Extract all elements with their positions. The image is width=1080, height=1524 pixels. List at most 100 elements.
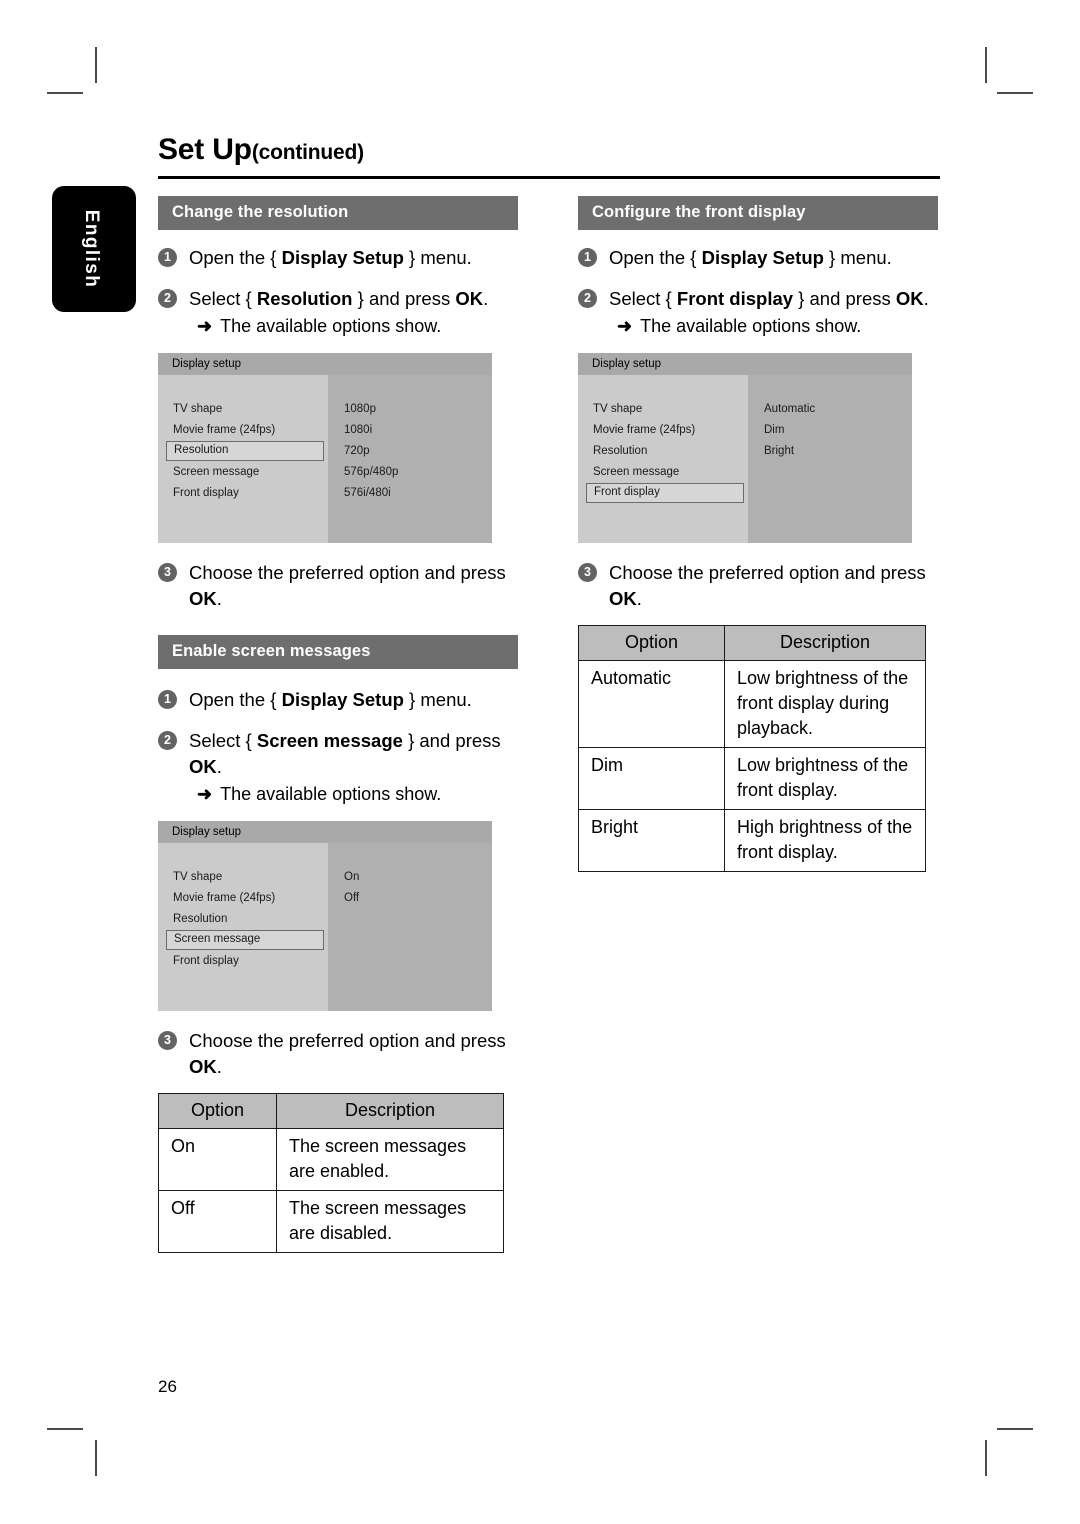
step-substep-text: The available options show. (220, 316, 442, 336)
step-text-bold: Screen message (256, 730, 403, 751)
crop-mark-bottom-right-vertical (985, 1440, 987, 1476)
table-header-row: Option Description (578, 625, 926, 661)
step-item: 2 Select { Resolution } and press OK. ➜ T… (158, 286, 518, 339)
table-row: On The screen messages are enabled. (158, 1128, 504, 1191)
osd-menu-item[interactable]: Resolution (586, 441, 744, 461)
table-cell-description: The screen messages are enabled. (276, 1128, 504, 1191)
osd-menu-item-selected[interactable]: Resolution (166, 441, 324, 461)
osd-option-value[interactable]: 576p/480p (344, 462, 398, 482)
table-cell-option: Off (158, 1190, 277, 1253)
step-number: 3 (158, 563, 177, 582)
step-number: 3 (578, 563, 597, 582)
table-header-description: Description (276, 1093, 504, 1129)
step-text-bold: OK (189, 1056, 217, 1077)
manual-page: English Set Up(continued) Change the res… (0, 0, 1080, 1524)
osd-option-value[interactable]: 1080p (344, 399, 376, 419)
step-text-bold: Front display (676, 288, 794, 309)
crop-mark-top-right-horizontal (997, 92, 1033, 94)
osd-menu-item[interactable]: TV shape (166, 399, 324, 419)
table-header-row: Option Description (158, 1093, 504, 1129)
step-text-pre: Select { (189, 288, 257, 309)
step-number: 2 (158, 731, 177, 750)
language-tab-label: English (80, 209, 102, 289)
page-title-suffix: (continued) (251, 141, 364, 164)
step-text-pre: Select { (189, 730, 257, 751)
arrow-icon: ➜ (197, 784, 213, 804)
osd-option-value[interactable]: On (344, 867, 359, 887)
section-heading-change-resolution: Change the resolution (158, 196, 518, 230)
step-item: 3 Choose the preferred option and press … (158, 560, 518, 612)
step-text-pre: Choose the preferred option and press (189, 562, 506, 583)
step-text-post: } menu. (403, 689, 472, 710)
step-text-bold: Display Setup (281, 247, 404, 268)
step-text: Select { Screen message } and press OK. (189, 730, 501, 777)
step-item: 1 Open the { Display Setup } menu. (158, 687, 518, 713)
osd-menu-item[interactable]: Screen message (166, 462, 324, 482)
step-text: Choose the preferred option and press OK… (189, 562, 506, 609)
step-text-bold: OK (609, 588, 637, 609)
osd-menu-item[interactable]: TV shape (166, 867, 324, 887)
table-cell-description: The screen messages are disabled. (276, 1190, 504, 1253)
right-column: Configure the front display 1 Open the {… (578, 196, 938, 872)
step-substep: ➜ The available options show. (189, 314, 518, 339)
step-substep-text: The available options show. (220, 784, 442, 804)
crop-mark-bottom-left-vertical (95, 1440, 97, 1476)
step-text-post: . (636, 588, 642, 609)
page-title-main: Set Up (158, 133, 252, 166)
osd-menu-item[interactable]: Front display (166, 951, 324, 971)
step-text-pre: Open the { (609, 247, 702, 268)
osd-header: Display setup (158, 353, 492, 375)
osd-menu-item[interactable]: Movie frame (24fps) (586, 420, 744, 440)
step-text: Select { Resolution } and press OK. (189, 288, 488, 309)
crop-mark-bottom-left-horizontal (47, 1428, 83, 1430)
step-text-post: . (923, 288, 929, 309)
table-header-description: Description (724, 625, 926, 661)
osd-menu-item[interactable]: TV shape (586, 399, 744, 419)
osd-menu-item-selected[interactable]: Screen message (166, 930, 324, 950)
table-cell-description: Low brightness of the front display duri… (724, 660, 926, 748)
crop-mark-top-left-vertical (95, 47, 97, 83)
osd-rows: TV shape Movie frame (24fps) Resolution … (158, 843, 492, 1011)
step-item: 3 Choose the preferred option and press … (158, 1028, 518, 1080)
osd-option-value[interactable]: Automatic (764, 399, 815, 419)
options-table-screen-message: Option Description On The screen message… (158, 1093, 504, 1253)
step-substep: ➜ The available options show. (189, 782, 518, 807)
step-text: Select { Front display } and press OK. (609, 288, 929, 309)
step-number: 3 (158, 1031, 177, 1050)
osd-option-value[interactable]: 576i/480i (344, 483, 391, 503)
osd-menu-item[interactable]: Front display (166, 483, 324, 503)
osd-option-value[interactable]: 720p (344, 441, 370, 461)
step-text-pre: Choose the preferred option and press (189, 1030, 506, 1051)
step-item: 2 Select { Front display } and press OK.… (578, 286, 938, 339)
step-text-pre: Open the { (189, 247, 282, 268)
left-column: Change the resolution 1 Open the { Displ… (158, 196, 518, 1253)
step-number: 1 (578, 248, 597, 267)
step-text-post: . (483, 288, 489, 309)
step-text-post: } menu. (823, 247, 892, 268)
step-text: Open the { Display Setup } menu. (189, 247, 472, 268)
options-table-front-display: Option Description Automatic Low brightn… (578, 625, 926, 872)
osd-option-value[interactable]: Dim (764, 420, 784, 440)
table-cell-description: Low brightness of the front display. (724, 747, 926, 810)
step-text-bold: Resolution (256, 288, 353, 309)
step-item: 1 Open the { Display Setup } menu. (158, 245, 518, 271)
table-row: Automatic Low brightness of the front di… (578, 660, 926, 748)
table-cell-option: Bright (578, 809, 725, 872)
step-text-bold: Display Setup (281, 689, 404, 710)
step-text: Choose the preferred option and press OK… (609, 562, 926, 609)
table-row: Off The screen messages are disabled. (158, 1190, 504, 1253)
osd-option-value[interactable]: Off (344, 888, 359, 908)
osd-menu-item[interactable]: Resolution (166, 909, 324, 929)
osd-menu-item[interactable]: Screen message (586, 462, 744, 482)
step-item: 3 Choose the preferred option and press … (578, 560, 938, 612)
osd-option-value[interactable]: Bright (764, 441, 794, 461)
osd-menu-item[interactable]: Movie frame (24fps) (166, 888, 324, 908)
page-title: Set Up(continued) (158, 133, 940, 167)
step-text-bold: Display Setup (701, 247, 824, 268)
osd-menu-item-selected[interactable]: Front display (586, 483, 744, 503)
osd-menu-item[interactable]: Movie frame (24fps) (166, 420, 324, 440)
osd-option-value[interactable]: 1080i (344, 420, 372, 440)
step-text-mid: } and press (793, 288, 896, 309)
table-row: Dim Low brightness of the front display. (578, 747, 926, 810)
step-text-pre: Open the { (189, 689, 282, 710)
